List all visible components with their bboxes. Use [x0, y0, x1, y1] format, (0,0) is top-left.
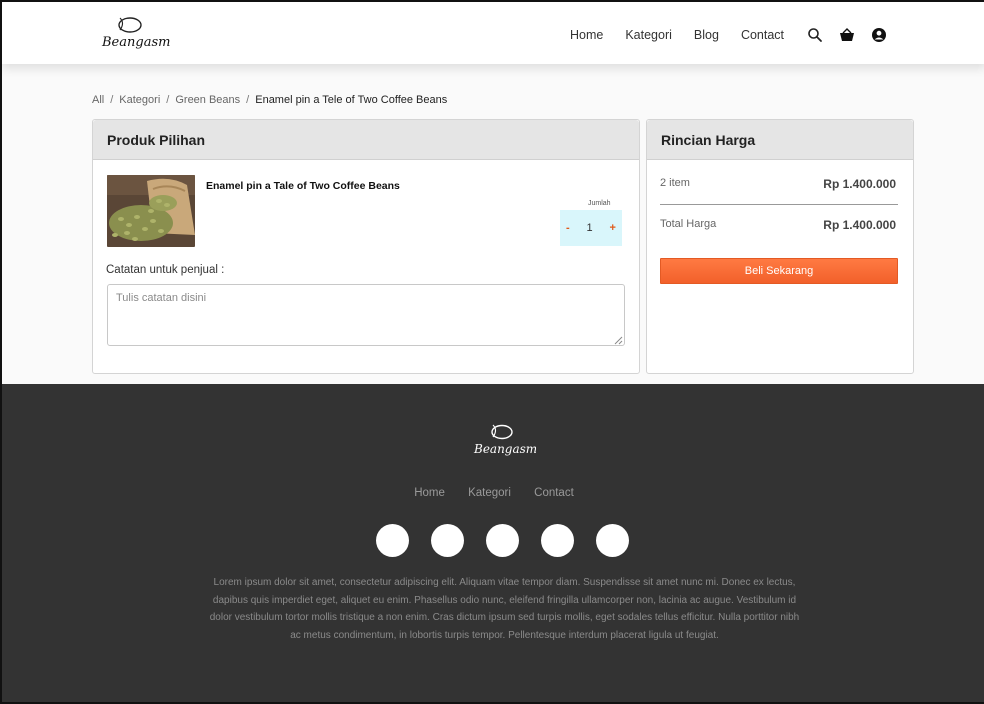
- nav-home[interactable]: Home: [570, 28, 603, 42]
- main-nav: Home Kategori Blog Contact: [570, 26, 902, 44]
- footer-bean-logo-icon: Beangasm: [473, 424, 537, 456]
- nav-kategori[interactable]: Kategori: [625, 28, 672, 42]
- product-image[interactable]: [107, 175, 195, 247]
- price-divider: [660, 204, 898, 205]
- breadcrumb-separator: /: [166, 94, 170, 106]
- price-card: Rincian Harga: [646, 119, 914, 374]
- bean-logo-icon: Beangasm: [101, 17, 170, 50]
- footer-logo[interactable]: Beangasm: [472, 420, 537, 460]
- nav-contact[interactable]: Contact: [741, 28, 784, 42]
- resize-grip-icon[interactable]: [614, 336, 623, 345]
- page-frame: Beangasm Home Kategori Blog Contact All /…: [0, 0, 984, 704]
- items-count-label: 2 item: [660, 177, 690, 189]
- quantity-plus-button[interactable]: +: [610, 222, 616, 234]
- product-name[interactable]: Enamel pin a Tale of Two Coffee Beans: [206, 180, 400, 192]
- nav-blog[interactable]: Blog: [694, 28, 719, 42]
- basket-icon[interactable]: [838, 26, 856, 44]
- note-textarea[interactable]: [107, 284, 625, 346]
- breadcrumb: All / Kategori / Green Beans / Enamel pin a Te…: [92, 94, 447, 106]
- footer-nav: Home Kategori Contact: [2, 487, 984, 499]
- quantity-stepper: - 1 +: [560, 210, 622, 246]
- note-label: Catatan untuk penjual :: [106, 264, 225, 276]
- quantity-value[interactable]: 1: [587, 222, 593, 234]
- site-footer: Beangasm Home Kategori Contact Lorem ips…: [2, 384, 984, 702]
- product-card-title: Produk Pilihan: [93, 120, 639, 160]
- social-links: [376, 524, 651, 557]
- footer-nav-kategori[interactable]: Kategori: [468, 487, 511, 499]
- breadcrumb-current: Enamel pin a Tele of Two Coffee Beans: [255, 94, 448, 106]
- social-icon-2[interactable]: [431, 524, 464, 557]
- user-icon[interactable]: [870, 26, 888, 44]
- footer-logo-wordmark: Beangasm: [473, 442, 536, 456]
- breadcrumb-separator: /: [246, 94, 250, 106]
- social-icon-5[interactable]: [596, 524, 629, 557]
- items-price-value: Rp 1.400.000: [823, 177, 896, 191]
- quantity-label: Jumlah: [588, 200, 611, 207]
- breadcrumb-green-beans[interactable]: Green Beans: [175, 94, 240, 106]
- footer-nav-contact[interactable]: Contact: [534, 487, 574, 499]
- social-icon-1[interactable]: [376, 524, 409, 557]
- breadcrumb-kategori[interactable]: Kategori: [119, 94, 160, 106]
- quantity-minus-button[interactable]: -: [566, 222, 570, 234]
- breadcrumb-separator: /: [110, 94, 114, 106]
- social-icon-4[interactable]: [541, 524, 574, 557]
- search-icon[interactable]: [806, 26, 824, 44]
- coffee-beans-image: [107, 175, 195, 247]
- site-header: Beangasm Home Kategori Blog Contact: [2, 2, 984, 64]
- price-card-title: Rincian Harga: [647, 120, 913, 160]
- total-price-value: Rp 1.400.000: [823, 218, 896, 232]
- social-icon-3[interactable]: [486, 524, 519, 557]
- brand-logo[interactable]: Beangasm: [98, 14, 170, 52]
- total-label: Total Harga: [660, 218, 717, 230]
- buy-now-button[interactable]: Beli Sekarang: [660, 258, 898, 284]
- footer-text: Lorem ipsum dolor sit amet, consectetur …: [209, 577, 800, 641]
- breadcrumb-all[interactable]: All: [92, 94, 104, 106]
- footer-nav-home[interactable]: Home: [414, 487, 445, 499]
- logo-wordmark: Beangasm: [101, 35, 170, 50]
